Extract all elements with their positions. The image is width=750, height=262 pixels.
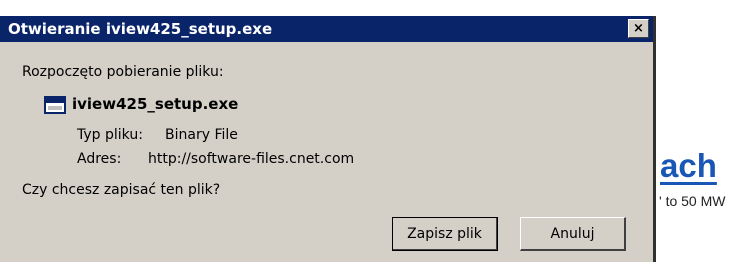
- background-page-text: ' to 50 MW: [659, 193, 726, 209]
- dialog-title: Otwieranie iview425_setup.exe: [8, 20, 273, 38]
- address-value: http://software-files.cnet.com: [148, 151, 355, 167]
- background-page-link[interactable]: ach: [660, 147, 717, 185]
- download-dialog: Otwieranie iview425_setup.exe × Rozpoczę…: [0, 16, 656, 262]
- close-button[interactable]: ×: [628, 19, 649, 38]
- window-file-icon: [44, 96, 66, 114]
- file-type-label: Typ pliku:: [77, 127, 143, 143]
- save-question: Czy chcesz zapisać ten plik?: [22, 182, 221, 198]
- dialog-titlebar[interactable]: Otwieranie iview425_setup.exe ×: [0, 16, 653, 42]
- file-type-value: Binary File: [165, 127, 238, 143]
- cancel-button[interactable]: Anuluj: [520, 217, 626, 251]
- save-file-button[interactable]: Zapisz plik: [392, 217, 498, 251]
- close-icon: ×: [633, 21, 644, 36]
- address-label: Adres:: [77, 151, 122, 167]
- file-name: iview425_setup.exe: [72, 95, 239, 113]
- download-started-label: Rozpoczęto pobieranie pliku:: [22, 64, 224, 80]
